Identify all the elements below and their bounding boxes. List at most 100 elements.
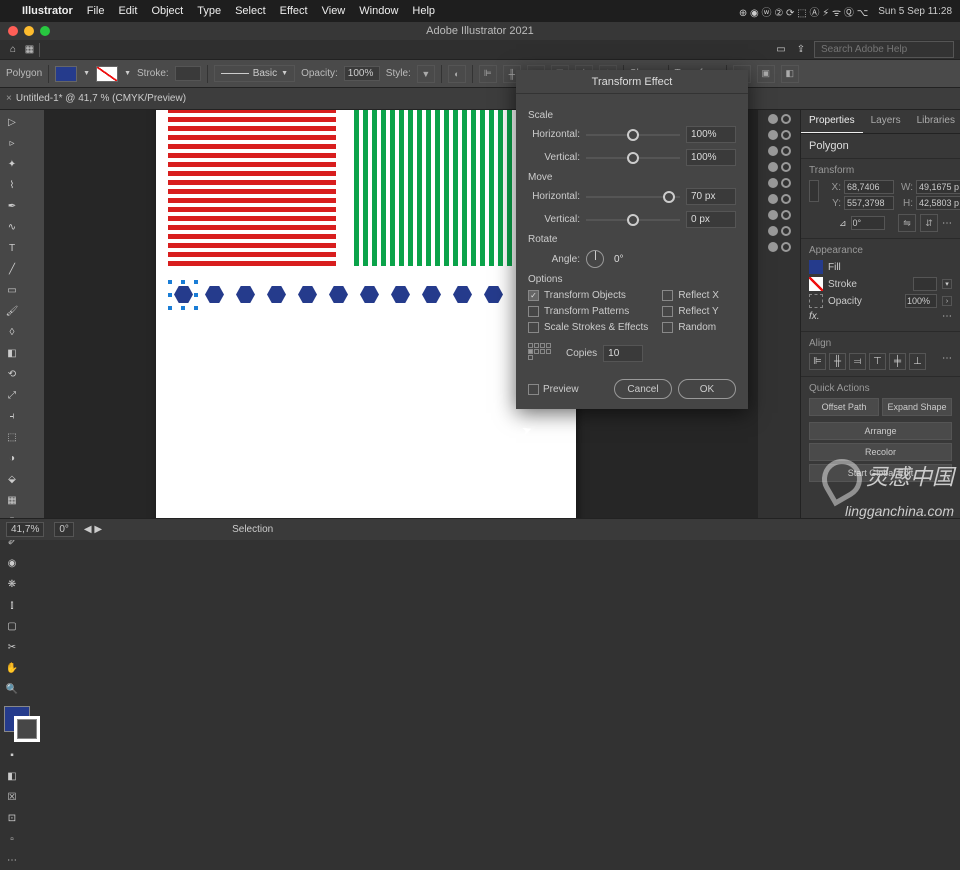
fill-swatch[interactable] bbox=[55, 66, 77, 82]
color-mode-icon[interactable]: ▪ bbox=[2, 745, 22, 765]
panel-icon[interactable] bbox=[781, 242, 791, 252]
menu-help[interactable]: Help bbox=[412, 5, 435, 17]
menu-file[interactable]: File bbox=[87, 5, 105, 17]
slice-tool-icon[interactable]: ✂ bbox=[2, 637, 22, 657]
w-input[interactable] bbox=[916, 180, 960, 194]
panel-icon[interactable] bbox=[781, 130, 791, 140]
tab-libraries[interactable]: Libraries bbox=[909, 110, 960, 133]
line-tool-icon[interactable]: ╱ bbox=[2, 259, 22, 279]
lasso-tool-icon[interactable]: ⌇ bbox=[2, 175, 22, 195]
panel-icon[interactable] bbox=[781, 146, 791, 156]
recolor-icon[interactable]: ◐ bbox=[448, 65, 466, 83]
tab-properties[interactable]: Properties bbox=[801, 110, 863, 133]
panel-icon[interactable] bbox=[768, 130, 778, 140]
panel-icon[interactable] bbox=[768, 162, 778, 172]
align-top-btn[interactable]: ⊤ bbox=[869, 353, 886, 370]
panel-icon[interactable] bbox=[768, 146, 778, 156]
move-h-slider[interactable] bbox=[586, 196, 680, 198]
fill-stroke-indicator[interactable] bbox=[2, 704, 42, 744]
align-right-btn[interactable]: ⫤ bbox=[849, 353, 866, 370]
screen-mode-icon[interactable]: ▫ bbox=[2, 829, 22, 849]
transform-patterns-checkbox[interactable]: Transform Patterns bbox=[528, 306, 648, 317]
reference-point-picker[interactable] bbox=[809, 180, 819, 202]
stroke-swatch[interactable] bbox=[96, 66, 118, 82]
angle-value[interactable]: 0° bbox=[610, 252, 660, 267]
align-left-btn[interactable]: ⊫ bbox=[809, 353, 826, 370]
selection-tool-icon[interactable]: ▷ bbox=[2, 112, 22, 132]
artboard-nav[interactable]: ◀ ▶ bbox=[84, 524, 102, 535]
search-help-input[interactable] bbox=[814, 41, 954, 58]
opacity-caret[interactable]: › bbox=[942, 296, 952, 306]
graph-tool-icon[interactable]: ⫾ bbox=[2, 595, 22, 615]
panel-icon[interactable] bbox=[768, 242, 778, 252]
none-mode-icon[interactable]: ☒ bbox=[2, 787, 22, 807]
scale-v-slider[interactable] bbox=[586, 157, 680, 159]
preview-checkbox[interactable]: Preview bbox=[528, 384, 579, 395]
cancel-button[interactable]: Cancel bbox=[614, 379, 672, 399]
opacity-swatch[interactable] bbox=[809, 294, 823, 308]
scale-v-value[interactable]: 100% bbox=[686, 149, 736, 166]
tile-origin-picker[interactable] bbox=[528, 343, 556, 363]
move-v-slider[interactable] bbox=[586, 219, 680, 221]
stroke-color-icon[interactable] bbox=[14, 716, 40, 742]
width-tool-icon[interactable]: ⫞ bbox=[2, 406, 22, 426]
reflect-x-checkbox[interactable]: Reflect X bbox=[662, 290, 719, 301]
clip-icon[interactable]: ◧ bbox=[781, 65, 799, 83]
rectangle-tool-icon[interactable]: ▭ bbox=[2, 280, 22, 300]
scale-tool-icon[interactable]: ⤢ bbox=[2, 385, 22, 405]
angle-input[interactable] bbox=[851, 216, 885, 230]
zoom-tool-icon[interactable]: 🔍 bbox=[2, 679, 22, 699]
copies-input[interactable] bbox=[603, 345, 643, 362]
random-checkbox[interactable]: Random bbox=[662, 322, 719, 333]
flip-v-icon[interactable]: ⇵ bbox=[920, 214, 938, 232]
fill-dropdown-icon[interactable]: ▼ bbox=[83, 70, 90, 77]
shaper-tool-icon[interactable]: ◊ bbox=[2, 322, 22, 342]
tab-layers[interactable]: Layers bbox=[863, 110, 909, 133]
rotate-view[interactable]: 0° bbox=[54, 522, 74, 537]
arrange-button[interactable]: Arrange bbox=[809, 422, 952, 440]
move-v-value[interactable]: 0 px bbox=[686, 211, 736, 228]
x-input[interactable] bbox=[844, 180, 894, 194]
ok-button[interactable]: OK bbox=[678, 379, 736, 399]
mesh-tool-icon[interactable]: ▦ bbox=[2, 490, 22, 510]
rotate-tool-icon[interactable]: ⟲ bbox=[2, 364, 22, 384]
draw-mode-icon[interactable]: ⊡ bbox=[2, 808, 22, 828]
grid-icon[interactable]: ▦ bbox=[26, 43, 40, 57]
zoom-level[interactable]: 41,7% bbox=[6, 522, 44, 537]
panel-icon[interactable] bbox=[768, 210, 778, 220]
transform-objects-checkbox[interactable]: ✓Transform Objects bbox=[528, 290, 648, 301]
stroke-dropdown-icon[interactable]: ▼ bbox=[124, 70, 131, 77]
panel-icon[interactable] bbox=[781, 210, 791, 220]
scale-strokes-checkbox[interactable]: Scale Strokes & Effects bbox=[528, 322, 648, 333]
align-more-icon[interactable]: ⋯ bbox=[942, 353, 952, 370]
more-options-icon[interactable]: ⋯ bbox=[942, 218, 952, 229]
recolor-button[interactable]: Recolor bbox=[809, 443, 952, 461]
appearance-more-icon[interactable]: ⋯ bbox=[942, 311, 952, 322]
panel-icon[interactable] bbox=[781, 194, 791, 204]
blend-tool-icon[interactable]: ◉ bbox=[2, 553, 22, 573]
symbol-sprayer-tool-icon[interactable]: ❋ bbox=[2, 574, 22, 594]
document-tab[interactable]: × Untitled-1* @ 41,7 % (CMYK/Preview) bbox=[0, 88, 960, 110]
direct-selection-tool-icon[interactable]: ▹ bbox=[2, 133, 22, 153]
align-left-icon[interactable]: ⊫ bbox=[479, 65, 497, 83]
app-name[interactable]: Illustrator bbox=[22, 5, 73, 17]
magic-wand-tool-icon[interactable]: ✦ bbox=[2, 154, 22, 174]
hand-tool-icon[interactable]: ✋ bbox=[2, 658, 22, 678]
menu-object[interactable]: Object bbox=[151, 5, 183, 17]
panel-icon[interactable] bbox=[781, 226, 791, 236]
clock[interactable]: Sun 5 Sep 11:28 bbox=[878, 6, 952, 17]
close-window-icon[interactable] bbox=[8, 26, 18, 36]
type-tool-icon[interactable]: T bbox=[2, 238, 22, 258]
stroke-weight-input[interactable] bbox=[175, 66, 201, 81]
stroke-weight-field[interactable] bbox=[913, 277, 937, 291]
share-icon[interactable]: ⇪ bbox=[794, 43, 808, 57]
y-input[interactable] bbox=[844, 196, 894, 210]
brush-basic[interactable]: Basic▼ bbox=[214, 65, 295, 82]
flip-h-icon[interactable]: ⇋ bbox=[898, 214, 916, 232]
expand-shape-button[interactable]: Expand Shape bbox=[882, 398, 952, 416]
move-h-value[interactable]: 70 px bbox=[686, 188, 736, 205]
h-input[interactable] bbox=[916, 196, 960, 210]
fill-color-swatch[interactable] bbox=[809, 260, 823, 274]
panel-icon[interactable] bbox=[781, 178, 791, 188]
panel-icon[interactable] bbox=[781, 162, 791, 172]
